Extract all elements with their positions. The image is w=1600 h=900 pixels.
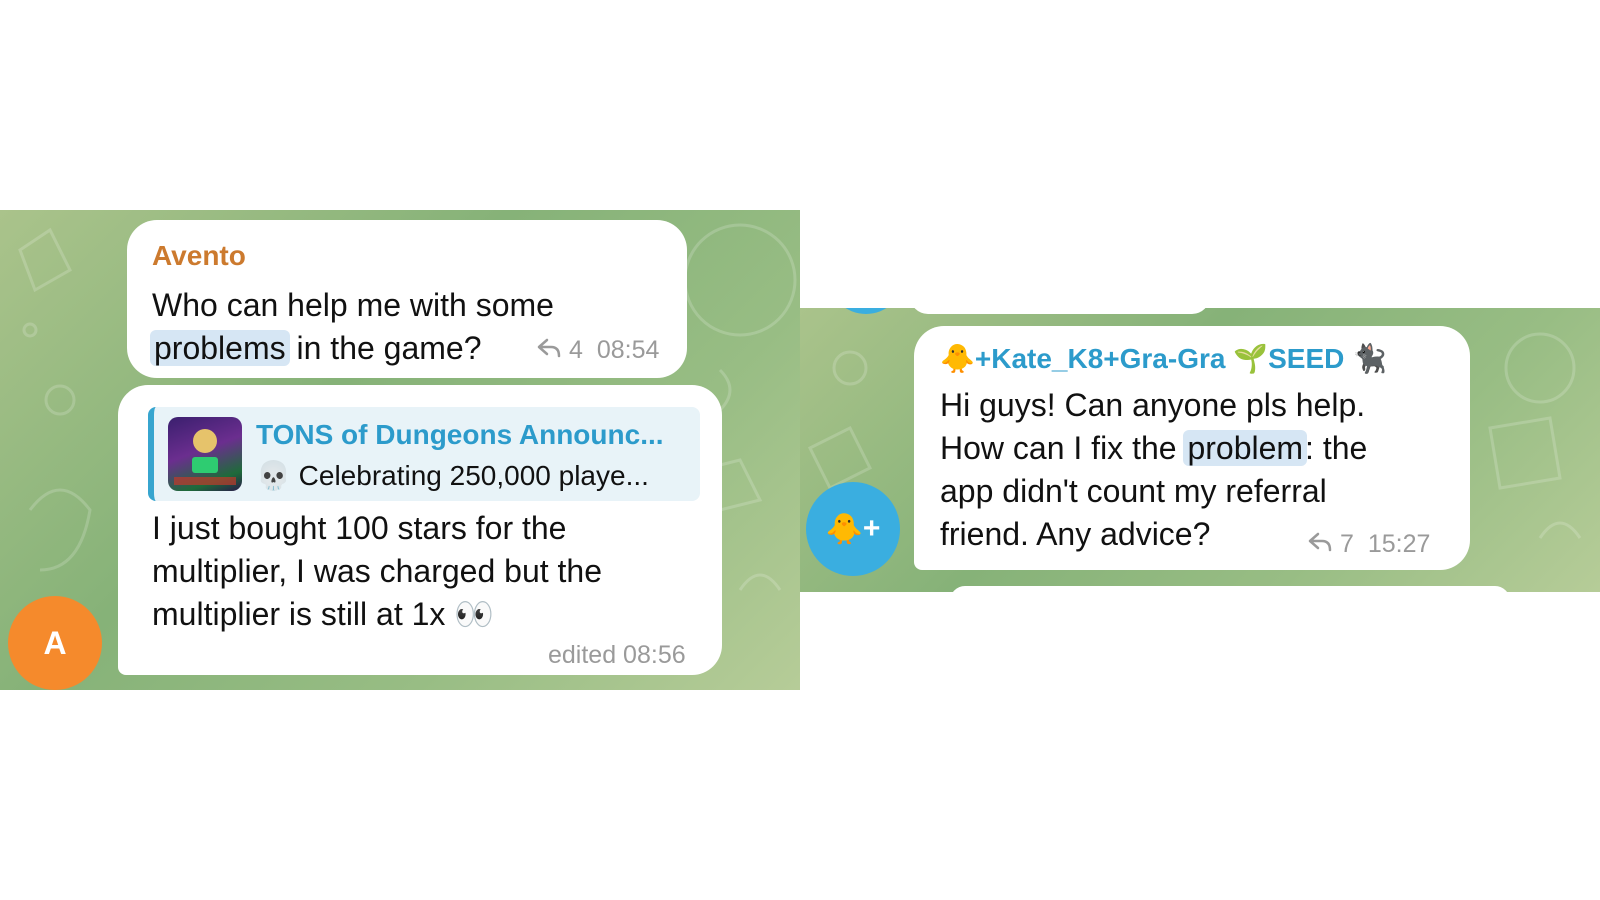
chick-emoji: 🐥: [940, 343, 975, 374]
message-text: Who can help me with some problems in th…: [150, 284, 554, 370]
message-text: Hi guys! Can anyone pls help. How can I …: [940, 384, 1367, 556]
message-bubble-avento-2[interactable]: TONS of Dungeons Announc... 💀 Celebratin…: [118, 385, 722, 675]
next-message-edge: [950, 586, 1510, 592]
forwarded-quote[interactable]: TONS of Dungeons Announc... 💀 Celebratin…: [148, 407, 700, 501]
skull-emoji: 💀: [256, 460, 291, 491]
message-line-2: problems in the game?: [150, 327, 554, 370]
reply-count: 7: [1340, 530, 1354, 558]
message-line-3: app didn't count my referral: [940, 473, 1327, 509]
message-time: 08:54: [596, 336, 660, 364]
sprout-emoji: 🌱: [1233, 343, 1269, 374]
message-edited-time: edited 08:56: [548, 641, 686, 669]
message-line-3: multiplier is still at 1x 👀: [152, 596, 495, 632]
black-cat-emoji: 🐈‍⬛: [1352, 343, 1388, 374]
search-highlight: problems: [150, 330, 290, 366]
chick-emoji: 🐥: [825, 512, 863, 546]
message-bubble-kate[interactable]: 🐥+Kate_K8+Gra-Gra 🌱SEED 🐈‍⬛ Hi guys! Can…: [914, 326, 1470, 570]
reply-icon: [537, 336, 561, 365]
search-highlight: problem: [1183, 430, 1308, 466]
message-meta[interactable]: 7 15:27: [1308, 530, 1430, 559]
user-avatar-avento[interactable]: A: [8, 596, 102, 690]
left-chat-panel: Avento Who can help me with some problem…: [0, 210, 800, 690]
message-line-1: Who can help me with some: [152, 287, 554, 323]
quote-thumbnail: [168, 417, 242, 491]
sender-name[interactable]: Avento: [152, 240, 246, 272]
message-line-4: friend. Any advice?: [940, 516, 1211, 552]
message-time: 15:27: [1367, 530, 1431, 558]
message-text: I just bought 100 stars for the multipli…: [152, 507, 602, 636]
message-meta[interactable]: 4 08:54: [537, 336, 659, 365]
message-line-1: I just bought 100 stars for the: [152, 510, 567, 546]
message-bubble-avento-1[interactable]: Avento Who can help me with some problem…: [127, 220, 687, 378]
message-line-2: How can I fix the problem: the: [940, 430, 1368, 466]
message-line-1: Hi guys! Can anyone pls help.: [940, 387, 1366, 423]
reply-icon: [1308, 530, 1332, 559]
quote-title: TONS of Dungeons Announc...: [256, 419, 664, 450]
message-line-2: multiplier, I was charged but the: [152, 553, 603, 589]
sender-name[interactable]: 🐥+Kate_K8+Gra-Gra 🌱SEED 🐈‍⬛: [940, 342, 1387, 375]
quote-text: 💀 Celebrating 250,000 playe...: [256, 460, 649, 491]
user-avatar-kate[interactable]: 🐥 +: [806, 482, 900, 576]
previous-message-edge: [910, 308, 1210, 314]
reply-count: 4: [569, 336, 583, 364]
right-chat-panel: 🐥+Kate_K8+Gra-Gra 🌱SEED 🐈‍⬛ Hi guys! Can…: [800, 308, 1600, 592]
eyes-emoji: 👀: [454, 596, 495, 632]
